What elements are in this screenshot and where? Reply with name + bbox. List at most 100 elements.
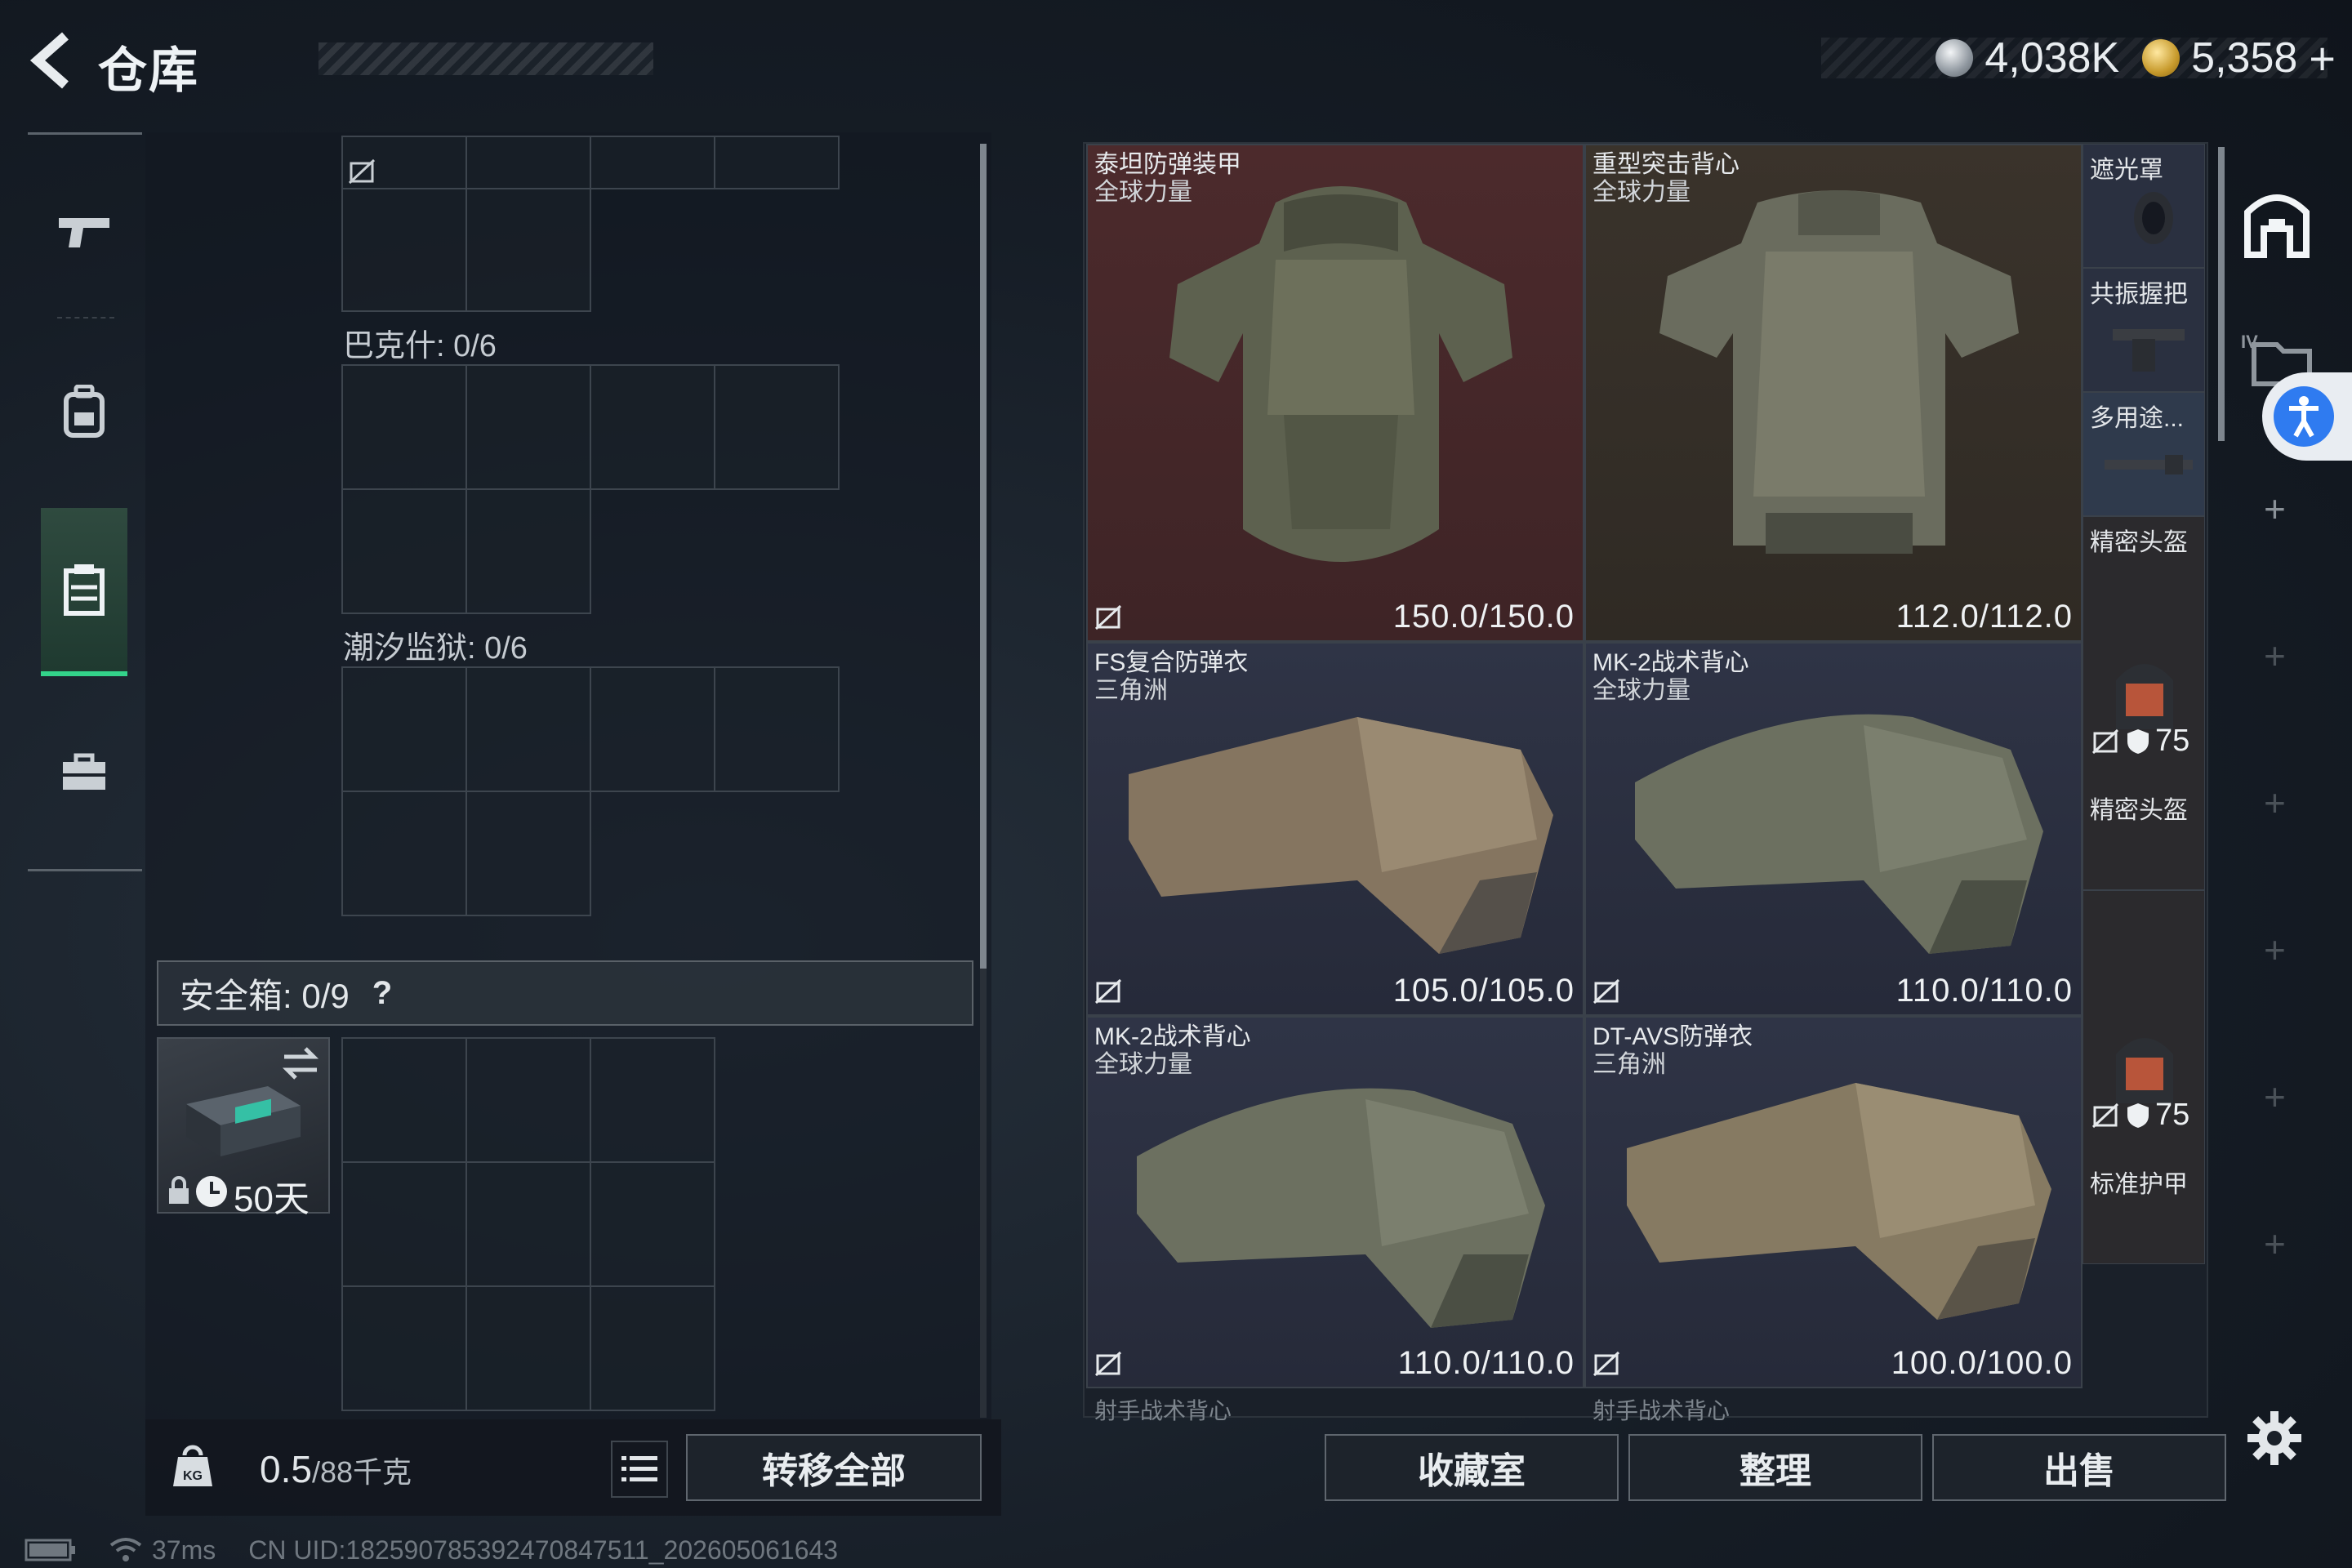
grid-cell[interactable] (341, 1037, 467, 1163)
grid-cell[interactable] (341, 488, 467, 614)
grid-cell[interactable] (466, 1285, 591, 1411)
grid-cell[interactable] (714, 666, 840, 792)
safe-box-label: 安全箱: 0/9 (180, 976, 350, 1015)
weight-icon: KG (173, 1445, 212, 1486)
item-card[interactable]: MK-2战术背心 全球力量 110.0/110.0 (1584, 642, 2082, 1016)
transfer-all-button[interactable]: 转移全部 (686, 1434, 982, 1501)
pistol-icon (59, 218, 109, 247)
grid-cell[interactable] (466, 1161, 591, 1287)
item-durability: 105.0/105.0 (1392, 973, 1575, 1009)
add-slot-button[interactable]: + (2264, 1075, 2286, 1119)
accessibility-button[interactable] (2262, 372, 2352, 461)
silver-currency-value: 4,038K (1984, 34, 2120, 82)
grid-cell[interactable] (466, 488, 591, 614)
safe-box-grid (341, 1037, 717, 1413)
grid-cell[interactable] (341, 791, 467, 916)
item-name: MK-2战术背心 (1592, 649, 1749, 676)
status-bar: 37ms CN UID:18259078539247084751​1_20260… (24, 1535, 1086, 1565)
side-item-card[interactable]: 多用途... (2082, 392, 2205, 516)
item-card[interactable]: FS复合防弹衣 三角洲 105.0/105.0 (1086, 642, 1584, 1016)
grid-cell[interactable] (341, 666, 467, 792)
grid-cell[interactable] (341, 188, 467, 312)
safe-box-duration: 50天 (234, 1179, 310, 1219)
nav-item-armor[interactable] (41, 508, 127, 676)
side-item-card[interactable]: 遮光罩 (2082, 144, 2205, 268)
grid-cell[interactable] (590, 1285, 715, 1411)
stash-scrollbar-thumb[interactable] (980, 144, 987, 969)
grid-cell[interactable] (590, 1161, 715, 1287)
no-drop-icon (1094, 978, 1122, 1004)
add-slot-button[interactable]: + (2264, 634, 2286, 678)
gold-currency-value: 5,358 (2191, 34, 2298, 82)
help-icon[interactable]: ? (372, 975, 392, 1012)
grid-cell[interactable] (466, 188, 591, 312)
sell-button[interactable]: 出售 (1932, 1434, 2226, 1501)
grid-cell[interactable] (466, 136, 591, 189)
weight-value: 0.5 (260, 1448, 312, 1490)
grid-cell[interactable] (466, 364, 591, 490)
stash-grid-tidal-prison (341, 666, 841, 918)
stash-grid-bakesh (341, 364, 841, 616)
title-stripe-decoration (318, 42, 653, 75)
list-view-button[interactable] (611, 1441, 668, 1498)
titan-armor-image (1169, 186, 1512, 562)
item-name: 遮光罩 (2090, 157, 2163, 184)
grid-cell[interactable] (714, 364, 840, 490)
armor-value: 75 (2155, 724, 2190, 758)
grid-cell[interactable] (590, 666, 715, 792)
item-card[interactable]: 重型突击背心 全球力量 112.0/112.0 (1584, 144, 2082, 642)
item-armor-stat: 75 (2091, 724, 2189, 759)
grid-cell[interactable] (714, 136, 840, 189)
side-item-card[interactable]: 精密头盔 75 精密头盔 (2082, 516, 2205, 890)
grid-cell[interactable] (590, 364, 715, 490)
back-button[interactable] (24, 29, 83, 91)
grid-cell[interactable] (590, 136, 715, 189)
add-slot-button[interactable]: + (2264, 487, 2286, 531)
grid-cell[interactable] (590, 1037, 715, 1163)
weight-display: 0.5/88千克 (260, 1447, 412, 1491)
grid-cell[interactable] (466, 666, 591, 792)
gear-icon (2247, 1411, 2301, 1465)
item-name: 精密头盔 (2090, 797, 2188, 824)
side-item-card[interactable]: 75 标准护甲 (2082, 890, 2205, 1264)
organize-button[interactable]: 整理 (1628, 1434, 1922, 1501)
grid-cell[interactable] (341, 364, 467, 490)
mk2-vest-image (1137, 1088, 1545, 1328)
lens-hood-image (2134, 192, 2173, 244)
safe-box-container[interactable]: 50天 (157, 1037, 330, 1219)
add-gold-button[interactable]: + (2309, 32, 2336, 85)
nav-item-weapons[interactable] (41, 150, 127, 314)
gold-currency[interactable]: 5,358 + (2142, 32, 2336, 85)
nav-item-misc[interactable] (41, 691, 127, 854)
backpack-icon (64, 385, 105, 438)
grid-cell[interactable] (341, 1161, 467, 1287)
vest-icon (64, 564, 105, 616)
grid-cell[interactable] (341, 136, 467, 189)
silver-currency[interactable]: 4,038K (1936, 33, 2119, 82)
nav-top-line (28, 132, 142, 135)
add-slot-button[interactable]: + (2264, 1222, 2286, 1266)
collection-room-button[interactable]: 收藏室 (1325, 1434, 1619, 1501)
item-name: DT-AVS防弹衣 (1592, 1023, 1753, 1050)
grip-image (2113, 329, 2185, 372)
item-card[interactable]: DT-AVS防弹衣 三角洲 100.0/100.0 (1584, 1016, 2082, 1388)
no-drop-icon (2091, 728, 2119, 754)
section-label-tidal-prison: 潮汐监狱: 0/6 (343, 631, 528, 666)
mk2-vest-image (1635, 714, 2043, 954)
clock-icon (196, 1176, 227, 1207)
add-slot-button[interactable]: + (2264, 928, 2286, 972)
grid-cell[interactable] (466, 1037, 591, 1163)
item-panel-scrollbar[interactable] (2218, 147, 2225, 441)
settings-button[interactable] (2246, 1410, 2303, 1467)
grid-cell[interactable] (466, 791, 591, 916)
item-faction: 三角洲 (1094, 677, 1168, 704)
currency-bar: 4,038K 5,358 + (1821, 29, 2336, 87)
item-card[interactable]: MK-2战术背心 全球力量 110.0/110.0 (1086, 1016, 1584, 1388)
nav-item-equipment[interactable] (41, 330, 127, 493)
add-slot-button[interactable]: + (2264, 781, 2286, 825)
storage-tab-button[interactable] (2238, 183, 2316, 261)
side-item-card[interactable]: 共振握把 (2082, 268, 2205, 392)
grid-cell[interactable] (341, 1285, 467, 1411)
item-card[interactable]: 泰坦防弹装甲 全球力量 150.0/150.0 (1086, 144, 1584, 642)
stash-grid-top (341, 136, 841, 312)
